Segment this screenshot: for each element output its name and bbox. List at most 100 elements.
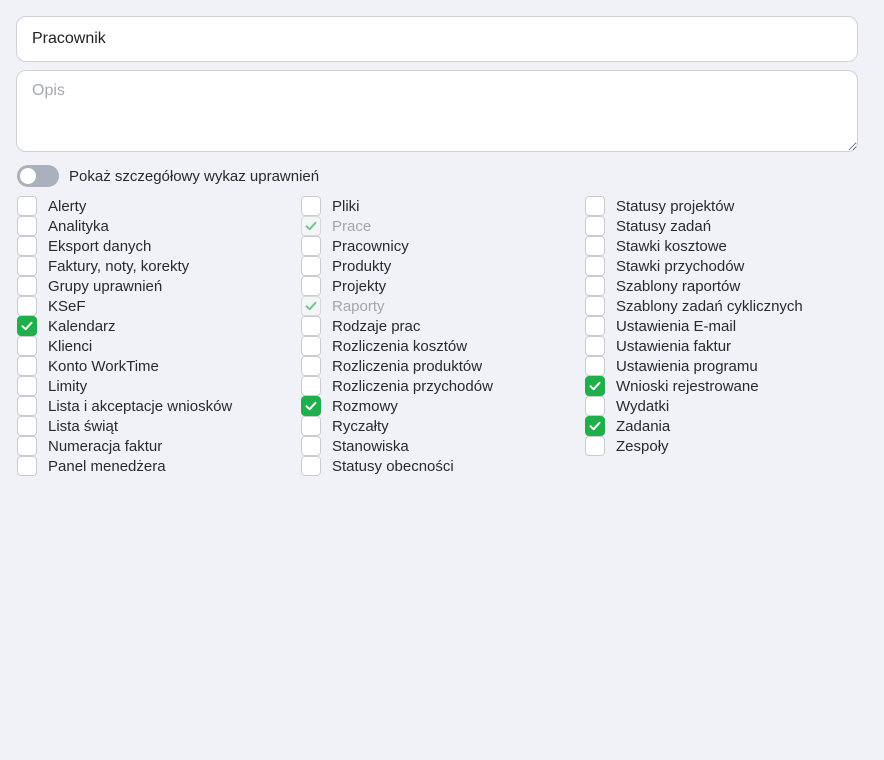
permission-checkbox[interactable] — [585, 336, 605, 356]
permission-checkbox[interactable] — [301, 276, 321, 296]
permission-checkbox[interactable] — [301, 236, 321, 256]
permission-rodzaje-prac[interactable]: Rodzaje prac — [301, 316, 585, 336]
permission-ustawienia-faktur[interactable]: Ustawienia faktur — [585, 336, 869, 356]
permission-konto-worktime[interactable]: Konto WorkTime — [17, 356, 301, 376]
permission-wydatki[interactable]: Wydatki — [585, 396, 869, 416]
role-name-input[interactable] — [16, 16, 858, 62]
permission-label: Konto WorkTime — [48, 357, 159, 375]
permission-lista-i-akceptacje-wnioskow[interactable]: Lista i akceptacje wniosków — [17, 396, 301, 416]
permission-label: Wydatki — [616, 397, 670, 415]
permission-stawki-przychodow[interactable]: Stawki przychodów — [585, 256, 869, 276]
permission-limity[interactable]: Limity — [17, 376, 301, 396]
permission-checkbox[interactable] — [17, 296, 37, 316]
permission-pracownicy[interactable]: Pracownicy — [301, 236, 585, 256]
permission-checkbox[interactable] — [585, 196, 605, 216]
permission-statusy-zadan[interactable]: Statusy zadań — [585, 216, 869, 236]
permission-label: Grupy uprawnień — [48, 277, 163, 295]
permission-ryczalty[interactable]: Ryczałty — [301, 416, 585, 436]
permission-checkbox[interactable] — [301, 336, 321, 356]
permission-checkbox[interactable] — [585, 316, 605, 336]
permission-wnioski-rejestrowane[interactable]: Wnioski rejestrowane — [585, 376, 869, 396]
permission-panel-menedzera[interactable]: Panel menedżera — [17, 456, 301, 476]
permission-grupy-uprawnien[interactable]: Grupy uprawnień — [17, 276, 301, 296]
permission-label: Projekty — [332, 277, 387, 295]
permission-szablony-raportow[interactable]: Szablony raportów — [585, 276, 869, 296]
permission-checkbox[interactable] — [585, 436, 605, 456]
permission-checkbox[interactable] — [301, 256, 321, 276]
permission-label: Lista świąt — [48, 417, 119, 435]
permission-analityka[interactable]: Analityka — [17, 216, 301, 236]
detailed-permissions-toggle[interactable] — [17, 165, 59, 187]
permission-label: Rodzaje prac — [332, 317, 421, 335]
permission-checkbox[interactable] — [17, 276, 37, 296]
permission-ustawienia-e-mail[interactable]: Ustawienia E-mail — [585, 316, 869, 336]
permission-checkbox[interactable] — [301, 376, 321, 396]
permission-zadania[interactable]: Zadania — [585, 416, 869, 436]
permission-label: Raporty — [332, 297, 385, 315]
permission-label: Statusy zadań — [616, 217, 712, 235]
permission-rozliczenia-kosztow[interactable]: Rozliczenia kosztów — [301, 336, 585, 356]
permission-checkbox[interactable] — [585, 396, 605, 416]
permission-checkbox[interactable] — [17, 236, 37, 256]
permission-klienci[interactable]: Klienci — [17, 336, 301, 356]
permission-stanowiska[interactable]: Stanowiska — [301, 436, 585, 456]
permission-checkbox[interactable] — [585, 416, 605, 436]
permission-faktury-noty-korekty[interactable]: Faktury, noty, korekty — [17, 256, 301, 276]
permission-label: Alerty — [48, 197, 87, 215]
permission-produkty[interactable]: Produkty — [301, 256, 585, 276]
permission-projekty[interactable]: Projekty — [301, 276, 585, 296]
permission-szablony-zadan-cyklicznych[interactable]: Szablony zadań cyklicznych — [585, 296, 869, 316]
permission-label: Produkty — [332, 257, 392, 275]
permission-label: Ustawienia faktur — [616, 337, 732, 355]
permission-ustawienia-programu[interactable]: Ustawienia programu — [585, 356, 869, 376]
permission-rozmowy[interactable]: Rozmowy — [301, 396, 585, 416]
permission-checkbox[interactable] — [17, 316, 37, 336]
permission-statusy-projektow[interactable]: Statusy projektów — [585, 196, 869, 216]
permission-rozliczenia-produktow[interactable]: Rozliczenia produktów — [301, 356, 585, 376]
permission-checkbox[interactable] — [17, 196, 37, 216]
permission-prace: Prace — [301, 216, 585, 236]
permission-checkbox[interactable] — [585, 376, 605, 396]
permission-checkbox[interactable] — [301, 396, 321, 416]
permission-label: Rozliczenia produktów — [332, 357, 483, 375]
permission-checkbox[interactable] — [17, 256, 37, 276]
permission-checkbox[interactable] — [585, 256, 605, 276]
permission-checkbox[interactable] — [585, 216, 605, 236]
permission-ksef[interactable]: KSeF — [17, 296, 301, 316]
permissions-column: Pliki Prace Pracownicy Produkty Projekty Rapo… — [301, 196, 585, 476]
permission-checkbox[interactable] — [301, 356, 321, 376]
permission-eksport-danych[interactable]: Eksport danych — [17, 236, 301, 256]
permission-zespoly[interactable]: Zespoły — [585, 436, 869, 456]
permission-statusy-obecnosci[interactable]: Statusy obecności — [301, 456, 585, 476]
permission-checkbox[interactable] — [585, 276, 605, 296]
permission-checkbox[interactable] — [17, 416, 37, 436]
permission-checkbox[interactable] — [301, 436, 321, 456]
permission-label: Ustawienia programu — [616, 357, 758, 375]
permission-checkbox[interactable] — [17, 356, 37, 376]
permission-checkbox[interactable] — [17, 456, 37, 476]
checkmark-icon — [21, 321, 33, 331]
permission-checkbox[interactable] — [301, 316, 321, 336]
permission-checkbox[interactable] — [17, 376, 37, 396]
role-description-input[interactable] — [16, 70, 858, 152]
permission-checkbox[interactable] — [301, 456, 321, 476]
permission-lista-swiat[interactable]: Lista świąt — [17, 416, 301, 436]
toggle-knob — [20, 168, 36, 184]
permission-pliki[interactable]: Pliki — [301, 196, 585, 216]
permission-checkbox[interactable] — [301, 196, 321, 216]
permission-checkbox[interactable] — [301, 416, 321, 436]
permission-label: Rozliczenia przychodów — [332, 377, 493, 395]
permission-stawki-kosztowe[interactable]: Stawki kosztowe — [585, 236, 869, 256]
permission-checkbox[interactable] — [17, 396, 37, 416]
permission-checkbox[interactable] — [585, 236, 605, 256]
permission-kalendarz[interactable]: Kalendarz — [17, 316, 301, 336]
permission-rozliczenia-przychodow[interactable]: Rozliczenia przychodów — [301, 376, 585, 396]
permission-numeracja-faktur[interactable]: Numeracja faktur — [17, 436, 301, 456]
permission-checkbox[interactable] — [585, 356, 605, 376]
permission-checkbox[interactable] — [585, 296, 605, 316]
permission-checkbox[interactable] — [17, 216, 37, 236]
permission-checkbox[interactable] — [17, 336, 37, 356]
permission-checkbox[interactable] — [17, 436, 37, 456]
checkmark-icon — [305, 401, 317, 411]
permission-alerty[interactable]: Alerty — [17, 196, 301, 216]
